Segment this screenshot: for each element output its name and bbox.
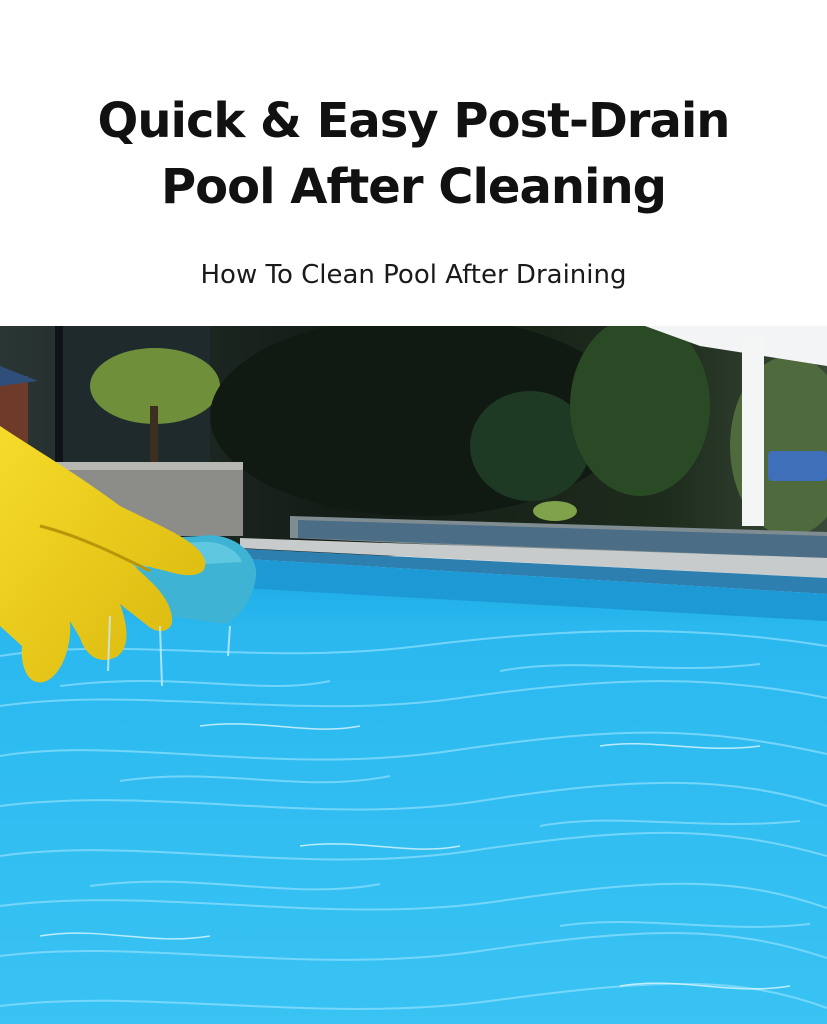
page-subtitle: How To Clean Pool After Draining (200, 260, 627, 290)
header-panel: Quick & Easy Post-Drain Pool After Clean… (0, 0, 827, 326)
plant-flowers (533, 501, 577, 521)
page-title: Quick & Easy Post-Drain Pool After Clean… (0, 88, 827, 220)
umbrella-pole (742, 336, 764, 526)
title-line-1: Quick & Easy Post-Drain (97, 93, 731, 149)
title-line-2: Pool After Cleaning (161, 159, 667, 215)
tree-left-trunk (150, 406, 158, 466)
building-frame (55, 326, 63, 466)
pin-graphic: Quick & Easy Post-Drain Pool After Clean… (0, 0, 827, 1024)
pool-photo-illustration (0, 326, 827, 1024)
patio-chair (768, 451, 827, 481)
pool-photo (0, 326, 827, 1024)
stone-planter-top (55, 462, 243, 470)
